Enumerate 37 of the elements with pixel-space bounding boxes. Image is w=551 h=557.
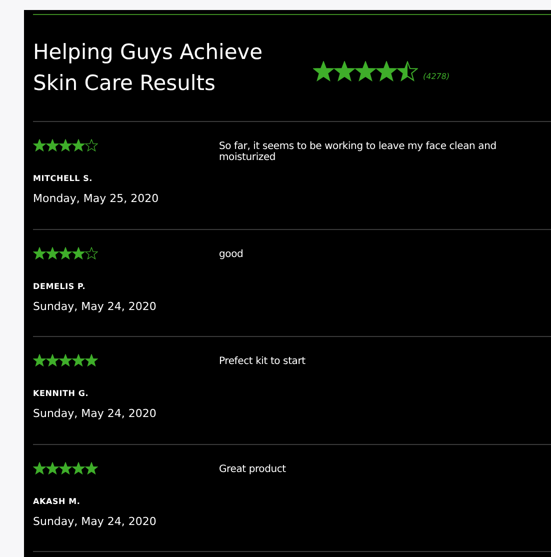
star-icon: [72, 462, 85, 474]
star-icon: [46, 354, 59, 367]
reviewer-name: AKASH M.: [33, 496, 82, 506]
reviewer-name: DEMELIS P.: [33, 282, 87, 290]
star-icon: [376, 60, 397, 82]
review-text: Great product: [219, 462, 287, 476]
star-icon: [85, 354, 98, 367]
star-icon: [33, 139, 46, 152]
review-date: Monday, May 25, 2020: [33, 192, 160, 205]
reviewer-name: KENNITH G.: [33, 389, 90, 398]
star-icon: [72, 354, 85, 367]
star-icon: [46, 139, 59, 152]
star-icon: [33, 462, 46, 474]
star-icon: [59, 354, 72, 367]
star-icon: [85, 462, 98, 474]
star-icon: [72, 246, 85, 260]
product-title: Helping Guys Achieve Skin Care Results: [33, 39, 264, 97]
star-icon: [72, 139, 85, 152]
star-icon: [33, 246, 46, 260]
star-icon: [59, 462, 72, 474]
half-star-icon: [397, 60, 418, 82]
star-icon: [33, 354, 46, 367]
reviewer-name: MITCHELL S.: [33, 174, 94, 183]
review-date: Sunday, May 24, 2020: [33, 407, 158, 420]
star-icon: [46, 246, 59, 260]
review-text: good: [219, 248, 244, 262]
star-icon: [59, 246, 72, 260]
review-count: (4278): [423, 72, 450, 80]
star-icon: [46, 462, 59, 474]
star-icon: [355, 60, 376, 82]
review-text: So far, it seems to be working to leave my face clean and moisturized: [219, 140, 498, 165]
star-icon: [334, 60, 355, 82]
review-text: Prefect kit to start: [219, 355, 306, 369]
star-icon: [59, 139, 72, 152]
star-icon: [313, 60, 334, 82]
review-date: Sunday, May 24, 2020: [33, 514, 158, 528]
review-date: Sunday, May 24, 2020: [33, 300, 158, 312]
